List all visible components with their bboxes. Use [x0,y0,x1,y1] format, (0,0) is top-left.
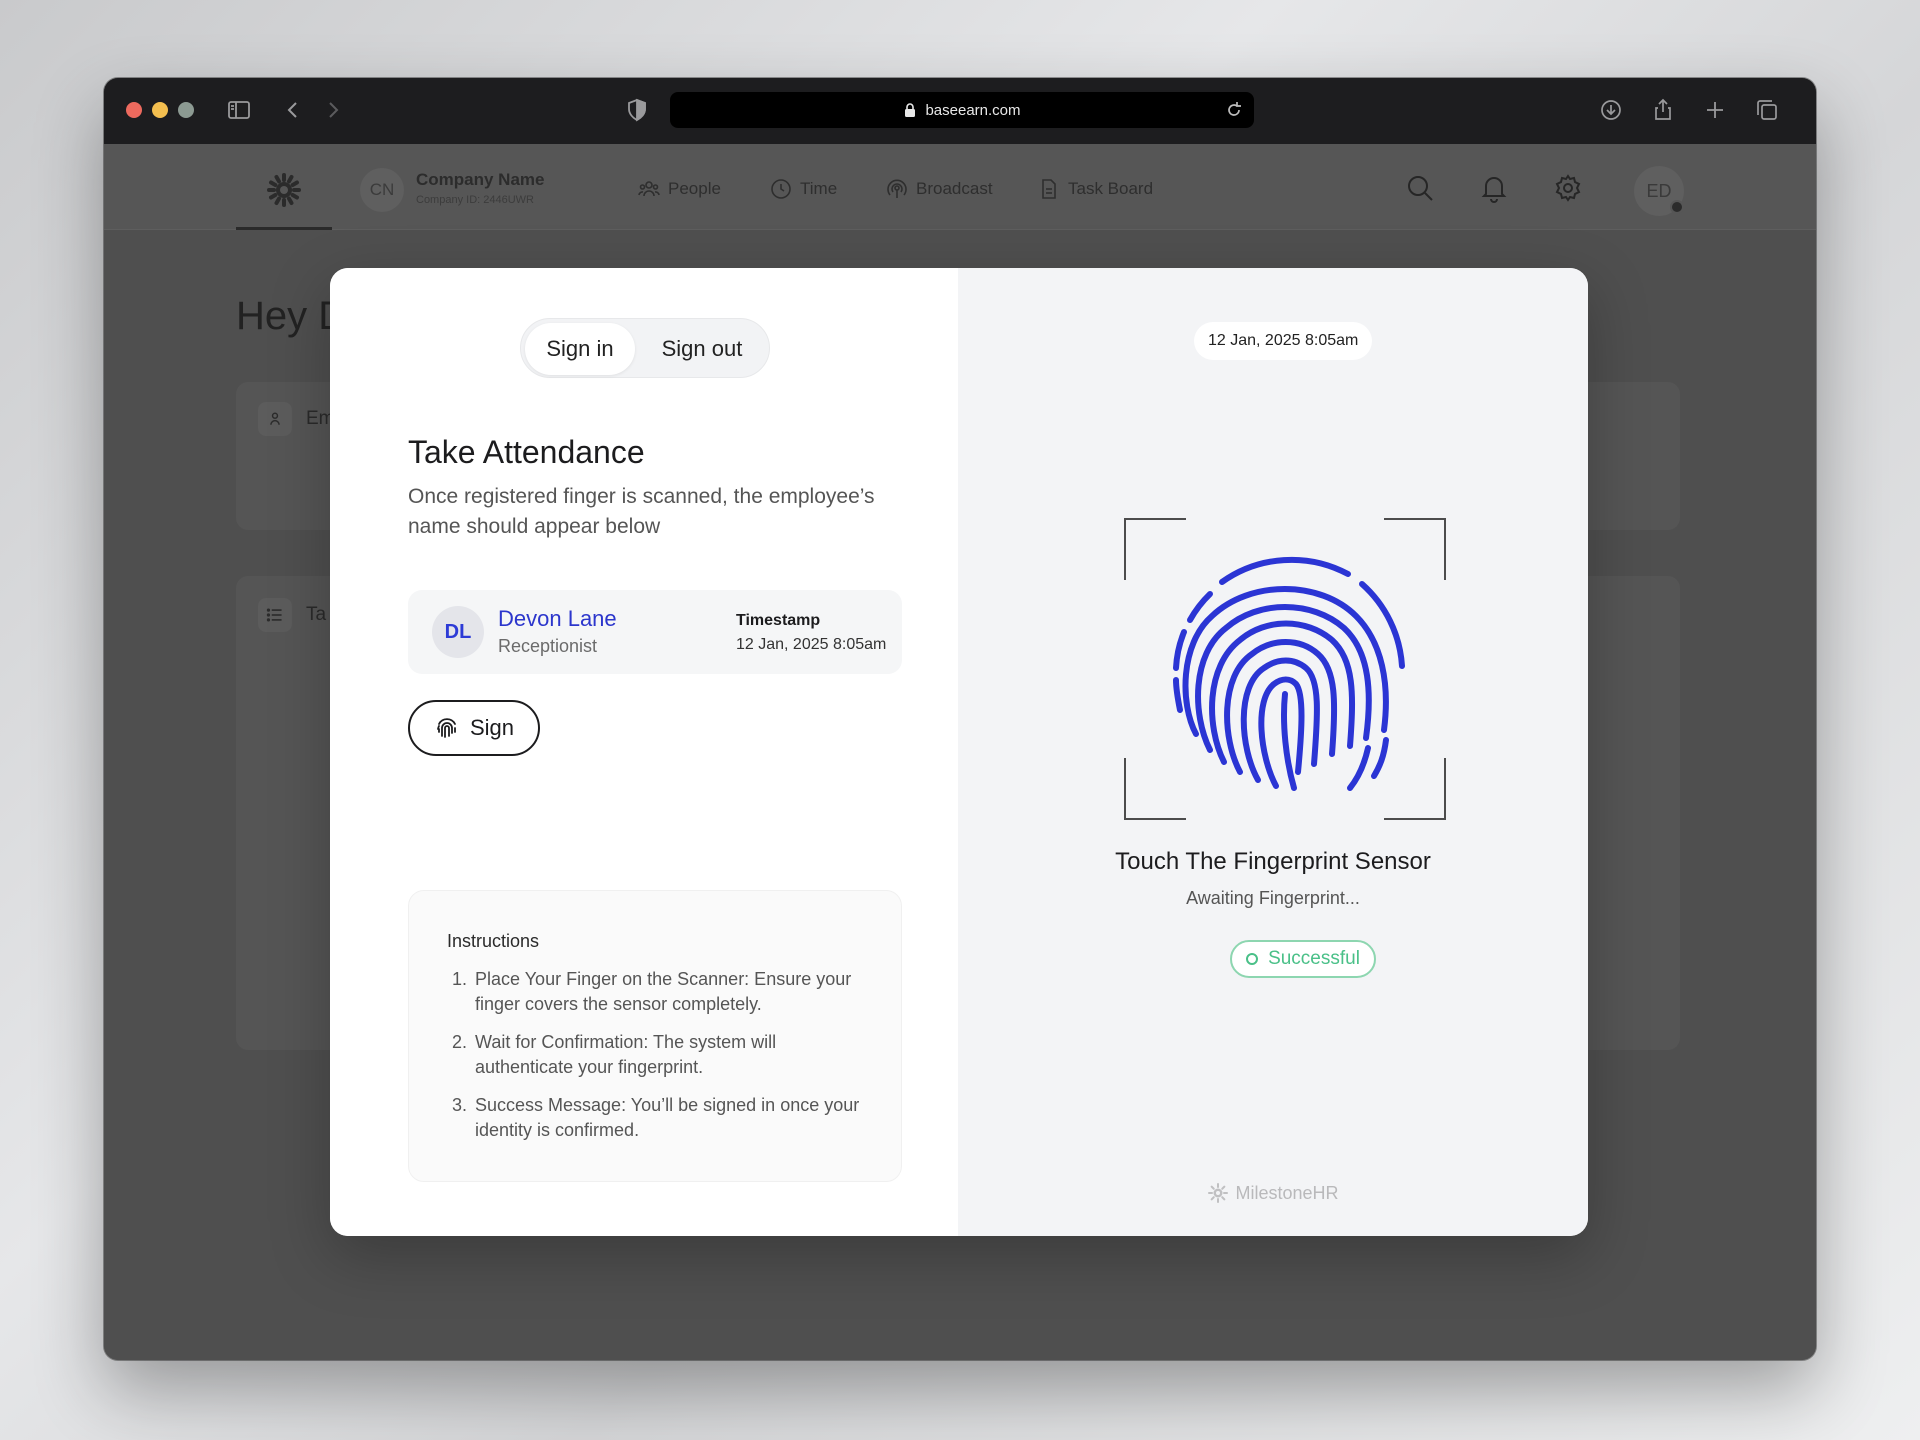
timestamp-label: Timestamp [736,612,821,629]
logo-icon [267,173,301,207]
tab-sign-in[interactable]: Sign in [525,323,635,375]
tab-sign-out[interactable]: Sign out [639,323,765,375]
nav-time[interactable]: Time [770,178,837,200]
modal-title: Take Attendance [408,434,645,470]
scanner-pane: 12 Jan, 2025 8:05am Touch The Fingerprin… [958,268,1588,1236]
url-text: baseearn.com [925,101,1021,119]
nav-people[interactable]: People [638,178,721,200]
employee-card: DL Devon Lane Receptionist Timestamp 12 … [408,590,902,674]
broadcast-icon [887,179,907,198]
instruction-item: 3. Success Message: You’ll be signed in o… [451,1095,860,1140]
brand-logo-icon [1208,1183,1229,1203]
back-icon[interactable] [280,97,306,123]
nav-broadcast[interactable]: Broadcast [886,178,993,200]
company-id: Company ID: 2446UWR [416,194,534,206]
new-tab-icon[interactable] [1702,97,1728,123]
scanner-status: Awaiting Fingerprint... [1186,888,1360,908]
sign-button[interactable]: Sign [408,700,540,756]
status-indicator [1670,200,1684,214]
employee-name[interactable]: Devon Lane [498,606,617,632]
instruction-item: 1. Place Your Finger on the Scanner: Ensu… [451,969,852,1014]
sidebar-toggle-icon[interactable] [226,97,252,123]
company-avatar[interactable]: CN [360,168,404,212]
instructions-panel: Instructions 1. Place Your Finger on the … [408,890,902,1182]
company-name: Company Name [416,170,545,189]
instructions-title: Instructions [447,931,540,951]
clock-icon [771,179,791,199]
address-bar[interactable]: baseearn.com [670,92,1254,128]
sign-mode-toggle: Sign in Sign out [520,318,770,378]
brand-footer: MilestoneHR [958,1182,1588,1204]
bell-icon[interactable] [1474,168,1514,208]
people-icon [638,181,660,197]
nav-task-board[interactable]: Task Board [1038,178,1153,200]
scanner-date-chip: 12 Jan, 2025 8:05am [1194,322,1373,360]
brand-name: MilestoneHR [1235,1182,1339,1203]
fingerprint-icon [437,718,456,738]
list-icon [258,598,292,632]
employee-avatar: DL [432,606,484,658]
maximize-window-button[interactable] [178,102,194,118]
tasks-card-label: Ta [306,604,327,625]
reload-icon[interactable] [1224,100,1244,120]
top-navigation: CN Company Name Company ID: 2446UWR Peop… [104,144,1816,230]
modal-subtitle: Once registered finger is scanned, the e… [408,485,875,538]
status-badge-label: Successful [1268,948,1360,969]
tab-overview-icon[interactable] [1754,97,1780,123]
minimize-window-button[interactable] [152,102,168,118]
search-icon[interactable] [1400,168,1440,208]
fingerprint-icon [1173,556,1405,791]
shield-icon[interactable] [624,97,650,123]
timestamp-value: 12 Jan, 2025 8:05am [736,636,887,653]
browser-toolbar: baseearn.com [104,78,1816,144]
browser-window: baseearn.com CN Company Name Company ID:… [104,78,1816,1360]
status-badge: Successful [1230,940,1376,978]
employee-role: Receptionist [498,636,598,656]
document-icon [1042,179,1056,199]
download-icon[interactable] [1598,97,1624,123]
forward-icon[interactable] [320,97,346,123]
scanner-title: Touch The Fingerprint Sensor [1115,848,1431,875]
instructions-list: 1. Place Your Finger on the Scanner: Ensu… [447,967,877,1156]
status-dot-icon [1246,953,1259,965]
attendance-form-pane: Sign in Sign out Take Attendance Once re… [330,268,958,1236]
close-window-button[interactable] [126,102,142,118]
logo-home-tab[interactable] [236,144,332,230]
settings-gear-icon[interactable] [1548,168,1588,208]
attendance-modal: Sign in Sign out Take Attendance Once re… [330,268,1588,1236]
lock-icon [905,103,916,117]
instruction-item: 2. Wait for Confirmation: The system will… [451,1032,777,1077]
fingerprint-scanner[interactable] [1124,518,1446,820]
people-icon [258,402,292,436]
sign-button-label: Sign [469,715,515,740]
share-icon[interactable] [1650,97,1676,123]
